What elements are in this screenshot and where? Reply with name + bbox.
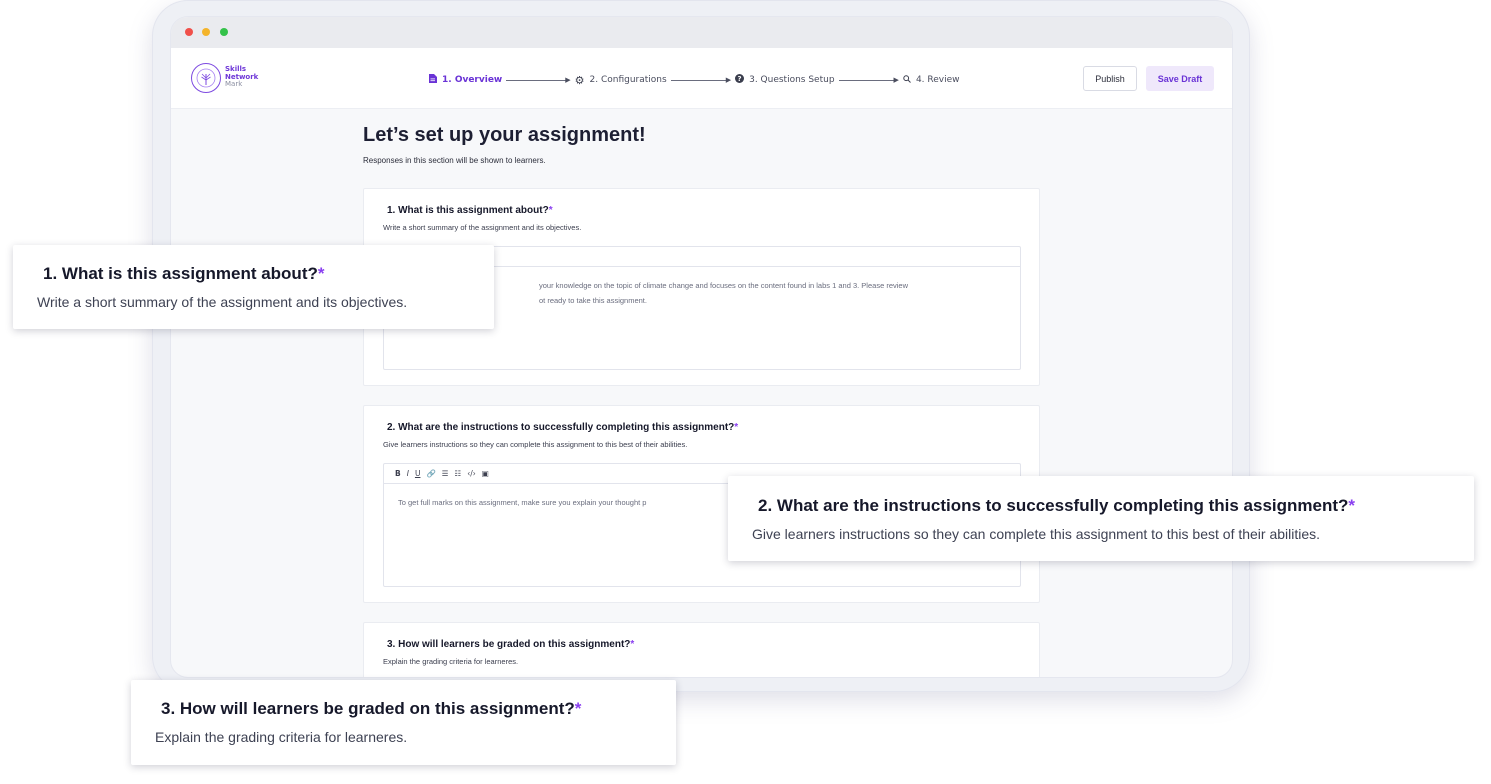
required-asterisk: *: [630, 639, 635, 650]
document-icon: [429, 74, 437, 86]
tree-icon: [196, 68, 216, 88]
app-window: Skills Network Mark 1. Overview ▶ ⚙ 2. C…: [170, 16, 1233, 678]
step-configurations[interactable]: ⚙ 2. Configurations: [574, 73, 667, 87]
numbered-list-icon[interactable]: ☷: [455, 469, 462, 478]
step-review-label: 4. Review: [915, 75, 960, 85]
bold-button[interactable]: B: [395, 469, 401, 478]
required-asterisk: *: [1348, 496, 1356, 515]
step-configurations-label: 2. Configurations: [589, 75, 667, 85]
window-titlebar: [171, 17, 1232, 48]
close-window-dot[interactable]: [185, 28, 193, 36]
callout-question: 2. What are the instructions to successf…: [758, 496, 1356, 515]
gear-icon: ⚙: [574, 73, 585, 87]
callout-about: 1. What is this assignment about?* Write…: [13, 245, 494, 329]
step-questions-setup-label: 3. Questions Setup: [749, 75, 835, 85]
section-question: 2. What are the instructions to successf…: [387, 422, 739, 433]
step-questions-setup[interactable]: ? 3. Questions Setup: [735, 74, 835, 86]
callout-grading: 3. How will learners be graded on this a…: [131, 680, 676, 765]
page-subtitle: Responses in this section will be shown …: [363, 156, 546, 165]
callout-question: 1. What is this assignment about?*: [43, 264, 325, 283]
editor-line: your knowledge on the topic of climate c…: [539, 281, 908, 290]
svg-text:?: ?: [738, 75, 742, 83]
section-description: Write a short summary of the assignment …: [383, 223, 582, 232]
main-content: Let’s set up your assignment! Responses …: [171, 109, 1232, 677]
editor-line: ot ready to take this assignment.: [539, 296, 647, 305]
question-circle-icon: ?: [735, 74, 745, 86]
minimize-window-dot[interactable]: [202, 28, 210, 36]
brand-logo-icon[interactable]: [191, 63, 221, 93]
page-title: Let’s set up your assignment!: [363, 124, 646, 146]
publish-button[interactable]: Publish: [1083, 66, 1137, 91]
required-asterisk: *: [734, 422, 739, 433]
maximize-window-dot[interactable]: [220, 28, 228, 36]
link-icon[interactable]: 🔗: [426, 469, 435, 478]
italic-button[interactable]: I: [407, 469, 409, 478]
section-question: 1. What is this assignment about?*: [387, 205, 553, 216]
bullet-list-icon[interactable]: ☰: [442, 469, 449, 478]
progress-stepper: 1. Overview ▶ ⚙ 2. Configurations ▶ ? 3.…: [429, 74, 960, 86]
callout-description: Write a short summary of the assignment …: [37, 294, 408, 310]
brand-name: Skills Network Mark: [225, 65, 258, 89]
section-description: Explain the grading criteria for learner…: [383, 657, 519, 666]
underline-button[interactable]: U: [415, 469, 421, 478]
step-overview[interactable]: 1. Overview: [429, 74, 502, 86]
callout-instructions: 2. What are the instructions to successf…: [728, 476, 1474, 561]
required-asterisk: *: [548, 205, 553, 216]
save-draft-button[interactable]: Save Draft: [1146, 66, 1214, 91]
section-question: 3. How will learners be graded on this a…: [387, 639, 635, 650]
step-connector: ▶: [506, 76, 571, 84]
step-connector: ▶: [670, 76, 731, 84]
brand-line-3: Mark: [225, 80, 243, 88]
step-connector: ▶: [838, 76, 899, 84]
callout-question: 3. How will learners be graded on this a…: [161, 699, 582, 718]
step-overview-label: 1. Overview: [442, 75, 503, 85]
step-review[interactable]: 4. Review: [903, 74, 960, 86]
section-card-grading: 3. How will learners be graded on this a…: [363, 622, 1040, 677]
app-header: Skills Network Mark 1. Overview ▶ ⚙ 2. C…: [171, 48, 1232, 109]
required-asterisk: *: [317, 264, 325, 283]
required-asterisk: *: [574, 699, 582, 718]
section-description: Give learners instructions so they can c…: [383, 440, 688, 449]
search-icon: [903, 74, 911, 86]
code-icon[interactable]: ‹/›: [467, 469, 476, 478]
callout-description: Explain the grading criteria for learner…: [155, 729, 408, 745]
callout-description: Give learners instructions so they can c…: [752, 526, 1321, 542]
image-icon[interactable]: ▣: [482, 469, 489, 478]
